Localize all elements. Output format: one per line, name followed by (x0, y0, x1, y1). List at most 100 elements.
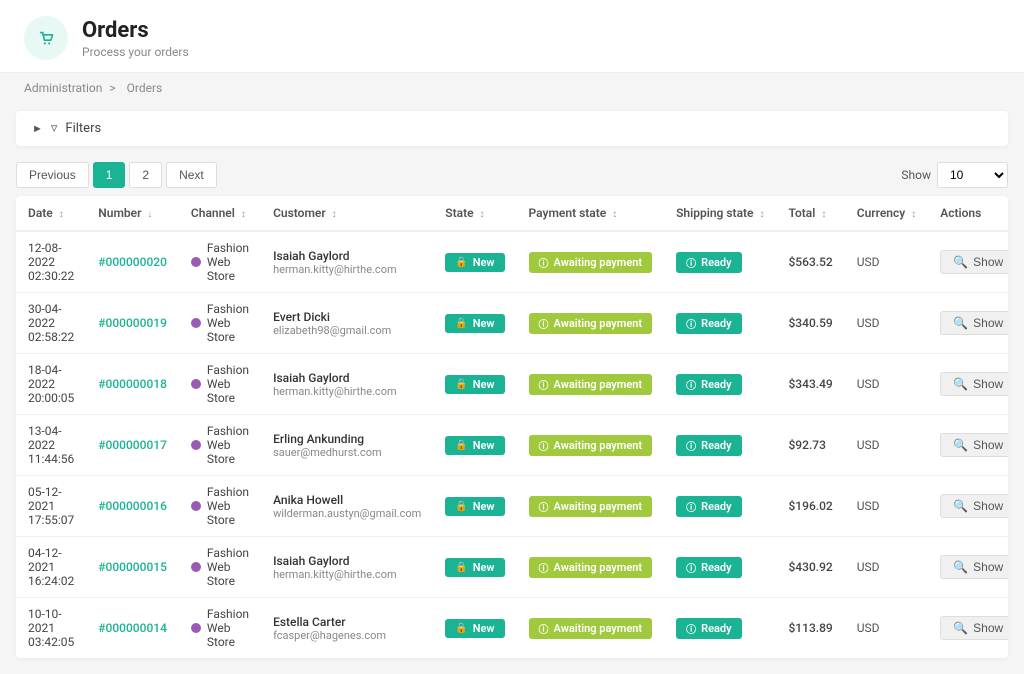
prev-page-button[interactable]: Previous (16, 162, 89, 188)
cell-currency-4: USD (845, 476, 928, 537)
col-customer[interactable]: Customer ↕ (261, 196, 433, 231)
state-badge-icon-0: 🔒 (455, 257, 467, 268)
col-channel[interactable]: Channel ↕ (179, 196, 261, 231)
sort-customer-icon: ↕ (332, 209, 337, 220)
channel-name-3: Fashion Web Store (207, 424, 249, 466)
cell-shipping-1: ⓘ Ready (664, 293, 776, 354)
order-link-2[interactable]: #000000018 (98, 377, 167, 391)
shipping-badge-0: ⓘ Ready (676, 252, 741, 273)
show-button-4[interactable]: 🔍 Show (940, 494, 1008, 518)
header-text: Orders Process your orders (82, 18, 189, 59)
customer-email-0: herman.kitty@hirthe.com (273, 263, 421, 276)
cell-customer-0: Isaiah Gaylord herman.kitty@hirthe.com (261, 231, 433, 293)
col-number[interactable]: Number ↓ (86, 196, 179, 231)
show-button-0[interactable]: 🔍 Show (940, 250, 1008, 274)
pagination-left: Previous 1 2 Next (16, 162, 217, 188)
cell-date-3: 13-04-2022 11:44:56 (16, 415, 86, 476)
show-label: Show (901, 168, 931, 182)
state-badge-1: 🔒 New (445, 314, 504, 333)
sort-number-icon: ↓ (147, 209, 152, 220)
cell-payment-3: ⓘ Awaiting payment (517, 415, 665, 476)
state-badge-icon-1: 🔒 (455, 318, 467, 329)
breadcrumb-admin[interactable]: Administration (24, 81, 102, 95)
table-row: 13-04-2022 11:44:56 #000000017 Fashion W… (16, 415, 1008, 476)
cell-actions-4: 🔍 Show (928, 476, 1008, 537)
col-payment-state[interactable]: Payment state ↕ (517, 196, 665, 231)
col-state[interactable]: State ↕ (433, 196, 516, 231)
col-total[interactable]: Total ↕ (776, 196, 844, 231)
order-link-0[interactable]: #000000020 (98, 255, 167, 269)
customer-name-4: Anika Howell (273, 493, 421, 507)
shipping-badge-icon-4: ⓘ (686, 499, 696, 514)
table-header: Date ↕ Number ↓ Channel ↕ Customer ↕ Sta… (16, 196, 1008, 231)
sort-payment-icon: ↕ (612, 209, 617, 220)
cell-total-5: $430.92 (776, 537, 844, 598)
breadcrumb-orders: Orders (127, 81, 163, 95)
cell-state-6: 🔒 New (433, 598, 516, 659)
channel-dot-1 (191, 318, 201, 328)
channel-dot-2 (191, 379, 201, 389)
next-page-button[interactable]: Next (166, 162, 217, 188)
channel-dot-0 (191, 257, 201, 267)
cell-payment-4: ⓘ Awaiting payment (517, 476, 665, 537)
customer-email-5: herman.kitty@hirthe.com (273, 568, 421, 581)
payment-badge-icon-4: ⓘ (539, 499, 549, 514)
channel-dot-6 (191, 623, 201, 633)
show-icon-0: 🔍 (953, 255, 968, 269)
show-select: Show 10 25 50 100 (901, 162, 1008, 188)
order-link-5[interactable]: #000000015 (98, 560, 167, 574)
col-currency[interactable]: Currency ↕ (845, 196, 928, 231)
table-body: 12-08-2022 02:30:22 #000000020 Fashion W… (16, 231, 1008, 658)
show-count-select[interactable]: 10 25 50 100 (937, 162, 1008, 188)
cell-state-5: 🔒 New (433, 537, 516, 598)
channel-dot-5 (191, 562, 201, 572)
show-button-3[interactable]: 🔍 Show (940, 433, 1008, 457)
show-button-6[interactable]: 🔍 Show (940, 616, 1008, 640)
col-date[interactable]: Date ↕ (16, 196, 86, 231)
order-link-3[interactable]: #000000017 (98, 438, 167, 452)
order-link-1[interactable]: #000000019 (98, 316, 167, 330)
cell-currency-2: USD (845, 354, 928, 415)
state-badge-icon-2: 🔒 (455, 379, 467, 390)
show-button-5[interactable]: 🔍 Show (940, 555, 1008, 579)
cell-shipping-3: ⓘ Ready (664, 415, 776, 476)
show-icon-4: 🔍 (953, 499, 968, 513)
customer-name-3: Erling Ankunding (273, 432, 421, 446)
payment-badge-icon-2: ⓘ (539, 377, 549, 392)
customer-email-6: fcasper@hagenes.com (273, 629, 421, 642)
shipping-badge-icon-5: ⓘ (686, 560, 696, 575)
page-2-button[interactable]: 2 (129, 162, 162, 188)
cell-payment-6: ⓘ Awaiting payment (517, 598, 665, 659)
table-row: 05-12-2021 17:55:07 #000000016 Fashion W… (16, 476, 1008, 537)
cell-currency-6: USD (845, 598, 928, 659)
payment-badge-1: ⓘ Awaiting payment (529, 313, 653, 334)
orders-table: Date ↕ Number ↓ Channel ↕ Customer ↕ Sta… (16, 196, 1008, 658)
cell-total-3: $92.73 (776, 415, 844, 476)
page-title: Orders (82, 18, 189, 43)
cell-state-2: 🔒 New (433, 354, 516, 415)
state-badge-6: 🔒 New (445, 619, 504, 638)
payment-badge-icon-1: ⓘ (539, 316, 549, 331)
state-badge-4: 🔒 New (445, 497, 504, 516)
payment-badge-icon-6: ⓘ (539, 621, 549, 636)
cell-number-2: #000000018 (86, 354, 179, 415)
filter-expand-icon[interactable]: ► (32, 122, 43, 135)
show-button-1[interactable]: 🔍 Show (940, 311, 1008, 335)
cell-payment-2: ⓘ Awaiting payment (517, 354, 665, 415)
cell-payment-5: ⓘ Awaiting payment (517, 537, 665, 598)
show-button-2[interactable]: 🔍 Show (940, 372, 1008, 396)
payment-badge-icon-3: ⓘ (539, 438, 549, 453)
sort-channel-icon: ↕ (241, 209, 246, 220)
sort-state-icon: ↕ (480, 209, 485, 220)
col-shipping-state[interactable]: Shipping state ↕ (664, 196, 776, 231)
filter-label[interactable]: Filters (65, 121, 101, 136)
page-1-button[interactable]: 1 (93, 162, 126, 188)
show-icon-5: 🔍 (953, 560, 968, 574)
cell-state-1: 🔒 New (433, 293, 516, 354)
order-link-6[interactable]: #000000014 (98, 621, 167, 635)
cell-payment-1: ⓘ Awaiting payment (517, 293, 665, 354)
show-icon-1: 🔍 (953, 316, 968, 330)
channel-name-1: Fashion Web Store (207, 302, 249, 344)
order-link-4[interactable]: #000000016 (98, 499, 167, 513)
cell-channel-0: Fashion Web Store (179, 231, 261, 293)
